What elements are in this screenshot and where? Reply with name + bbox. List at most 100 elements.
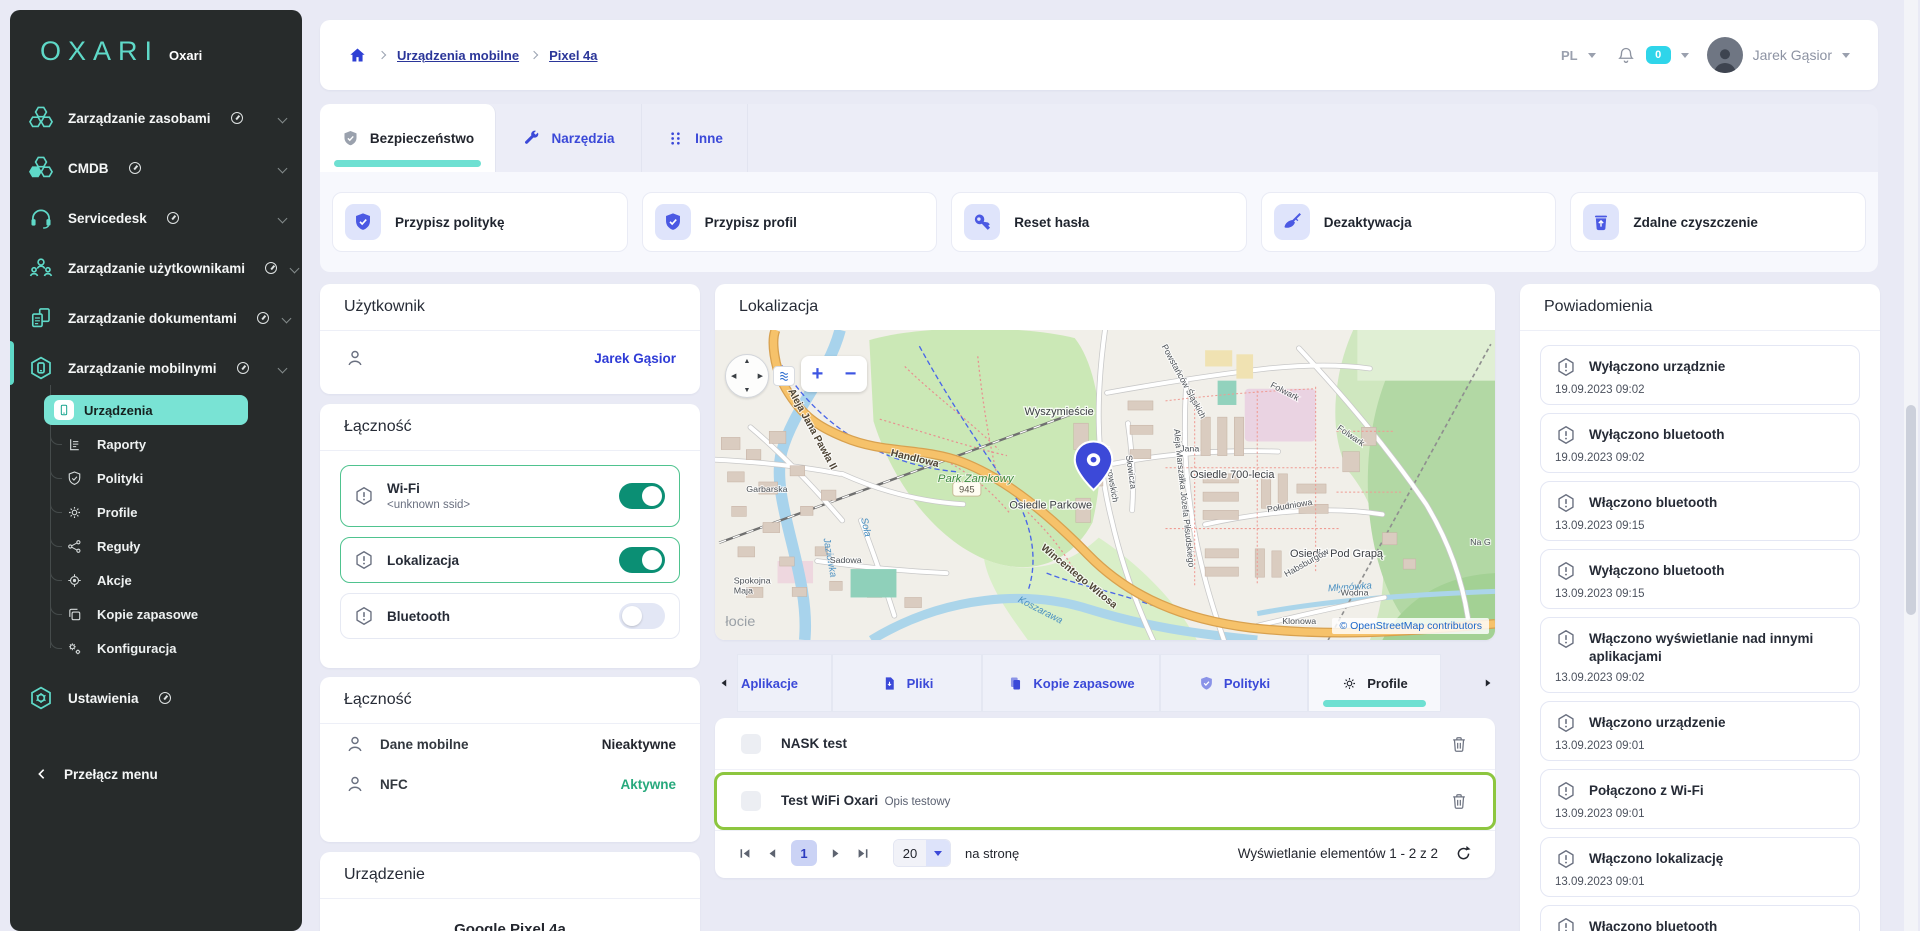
bell-icon[interactable] <box>1616 45 1636 65</box>
tab-files[interactable]: Pliki <box>832 654 982 712</box>
map-label: Park Zamkowy <box>938 473 1015 485</box>
sidebar-item-profiles[interactable]: Profile <box>10 495 302 529</box>
notifications-list: Wyłączono urządznie 19.09.2023 09:02 Wył… <box>1520 331 1880 931</box>
tab-backups[interactable]: Kopie zapasowe <box>982 654 1160 712</box>
map-label: Wyszymieście <box>1025 406 1094 418</box>
caret-down-icon[interactable] <box>1681 53 1689 58</box>
sidebar-item-rules[interactable]: Reguły <box>10 529 302 563</box>
sidebar-item-cmdb[interactable]: CMDB <box>10 143 302 193</box>
sidebar-item-asset-management[interactable]: Zarządzanie zasobami <box>10 93 302 143</box>
notification-title: Wyłączono bluetooth <box>1589 424 1725 444</box>
previous-page-icon[interactable] <box>764 845 781 862</box>
notification-item[interactable]: Włączono bluetooth 13.09.2023 09:15 <box>1540 481 1860 541</box>
tab-applications[interactable]: Aplikacje <box>737 654 832 712</box>
caret-down-icon[interactable] <box>1842 53 1850 58</box>
assign-profile-button[interactable]: Przypisz profil <box>642 192 938 252</box>
zoom-in-button[interactable]: + <box>801 356 834 392</box>
hex-alert-icon <box>1555 424 1577 446</box>
mobile-data-label: Dane mobilne <box>380 737 469 752</box>
gear-icon <box>66 504 83 521</box>
sidebar-item-servicedesk[interactable]: Servicedesk <box>10 193 302 243</box>
user-link[interactable]: Jarek Gąsior <box>594 351 676 366</box>
map-label: Osiedle 700-lecia <box>1190 469 1275 481</box>
sidebar-item-actions[interactable]: Akcje <box>10 563 302 597</box>
assign-policy-button[interactable]: Przypisz politykę <box>332 192 628 252</box>
avatar[interactable] <box>1707 37 1743 73</box>
tab-other[interactable]: Inne <box>642 104 748 172</box>
pan-right-icon[interactable]: ▶ <box>758 372 763 380</box>
notification-item[interactable]: Włączono lokalizację 13.09.2023 09:01 <box>1540 837 1860 897</box>
gauge-icon <box>167 212 179 224</box>
map-measure-icon[interactable] <box>773 366 795 386</box>
tabs-scroll-left-icon[interactable] <box>717 676 731 690</box>
zoom-out-button[interactable]: − <box>834 356 867 392</box>
notification-item[interactable]: Włączono wyświetlanie nad innymi aplikac… <box>1540 617 1860 693</box>
file-icon <box>881 675 898 692</box>
page-size-select[interactable]: 20 <box>893 839 951 867</box>
sidebar-item-configuration[interactable]: Konfiguracja <box>10 631 302 665</box>
notification-item[interactable]: Włączono urządzenie 13.09.2023 09:01 <box>1540 701 1860 761</box>
tab-tools[interactable]: Narzędzia <box>496 104 642 172</box>
sidebar-item-devices[interactable]: Urządzenia <box>10 393 302 427</box>
profile-row-highlighted[interactable]: Test WiFi Oxari Opis testowy <box>714 772 1496 830</box>
notification-item[interactable]: Włączono bluetooth <box>1540 905 1860 931</box>
notification-item[interactable]: Połączono z Wi-Fi 13.09.2023 09:01 <box>1540 769 1860 829</box>
tab-profiles[interactable]: Profile <box>1308 654 1441 712</box>
map-attribution[interactable]: © OpenStreetMap contributors <box>1332 618 1489 634</box>
last-page-icon[interactable] <box>854 845 871 862</box>
brand[interactable]: OXARI Oxari <box>10 10 302 93</box>
notification-item[interactable]: Wyłączono bluetooth 19.09.2023 09:02 <box>1540 413 1860 473</box>
first-page-icon[interactable] <box>737 845 754 862</box>
menu-toggle[interactable]: Przełącz menu <box>10 749 302 799</box>
trash-icon[interactable] <box>1449 734 1469 754</box>
sidebar-item-settings[interactable]: Ustawienia <box>10 673 302 723</box>
breadcrumb-mobile-devices[interactable]: Urządzenia mobilne <box>397 48 519 63</box>
tab-security[interactable]: Bezpieczeństwo <box>320 104 496 172</box>
refresh-icon[interactable] <box>1454 844 1473 863</box>
scrollbar-thumb[interactable] <box>1906 405 1916 615</box>
location-row: Lokalizacja <box>340 537 680 583</box>
sidebar-item-reports[interactable]: Raporty <box>10 427 302 461</box>
profile-row[interactable]: NASK test <box>715 718 1495 770</box>
language-selector[interactable]: PL <box>1561 48 1578 63</box>
gauge-icon <box>231 112 243 124</box>
notification-time: 13.09.2023 09:02 <box>1555 672 1845 684</box>
remote-wipe-button[interactable]: Zdalne czyszczenie <box>1570 192 1866 252</box>
notification-item[interactable]: Wyłączono bluetooth 13.09.2023 09:15 <box>1540 549 1860 609</box>
caret-down-icon[interactable] <box>1588 53 1596 58</box>
row-checkbox[interactable] <box>741 791 761 811</box>
tab-label: Inne <box>695 131 723 146</box>
sidebar-item-mobile-management[interactable]: Zarządzanie mobilnymi <box>10 343 302 393</box>
map-pan-control[interactable]: ▲ ▼ ◀ ▶ <box>725 354 769 398</box>
sidebar-item-label: Zarządzanie mobilnymi <box>68 361 217 376</box>
notifications-count-badge[interactable]: 0 <box>1646 46 1671 64</box>
pan-down-icon[interactable]: ▼ <box>744 387 751 394</box>
sidebar-item-backups[interactable]: Kopie zapasowe <box>10 597 302 631</box>
tab-policies[interactable]: Polityki <box>1160 654 1308 712</box>
map[interactable]: 945 Park Zamkowy Wyszymieście Osiedle Pa… <box>715 330 1495 640</box>
page-scrollbar[interactable] <box>1904 0 1918 931</box>
pan-up-icon[interactable]: ▲ <box>744 358 751 365</box>
location-toggle[interactable] <box>619 547 665 573</box>
submenu-item-label: Kopie zapasowe <box>97 607 198 622</box>
current-page-button[interactable]: 1 <box>791 840 817 866</box>
trash-icon[interactable] <box>1449 791 1469 811</box>
cmdb-icon <box>28 155 54 181</box>
sidebar-item-document-management[interactable]: Zarządzanie dokumentami <box>10 293 302 343</box>
assets-icon <box>28 105 54 131</box>
notification-item[interactable]: Wyłączono urządznie 19.09.2023 09:02 <box>1540 345 1860 405</box>
sidebar-item-user-management[interactable]: Zarządzanie użytkownikami <box>10 243 302 293</box>
wrench-icon <box>522 129 541 148</box>
next-page-icon[interactable] <box>827 845 844 862</box>
wifi-toggle[interactable] <box>619 483 665 509</box>
pan-left-icon[interactable]: ◀ <box>731 372 736 380</box>
bluetooth-toggle[interactable] <box>619 603 665 629</box>
username[interactable]: Jarek Gąsior <box>1753 47 1832 63</box>
sidebar-item-policies[interactable]: Polityki <box>10 461 302 495</box>
row-checkbox[interactable] <box>741 734 761 754</box>
tabs-scroll-right-icon[interactable] <box>1481 676 1495 690</box>
deactivation-button[interactable]: Dezaktywacja <box>1261 192 1557 252</box>
home-icon[interactable] <box>348 46 367 65</box>
breadcrumb-device[interactable]: Pixel 4a <box>549 48 597 63</box>
reset-password-button[interactable]: Reset hasła <box>951 192 1247 252</box>
